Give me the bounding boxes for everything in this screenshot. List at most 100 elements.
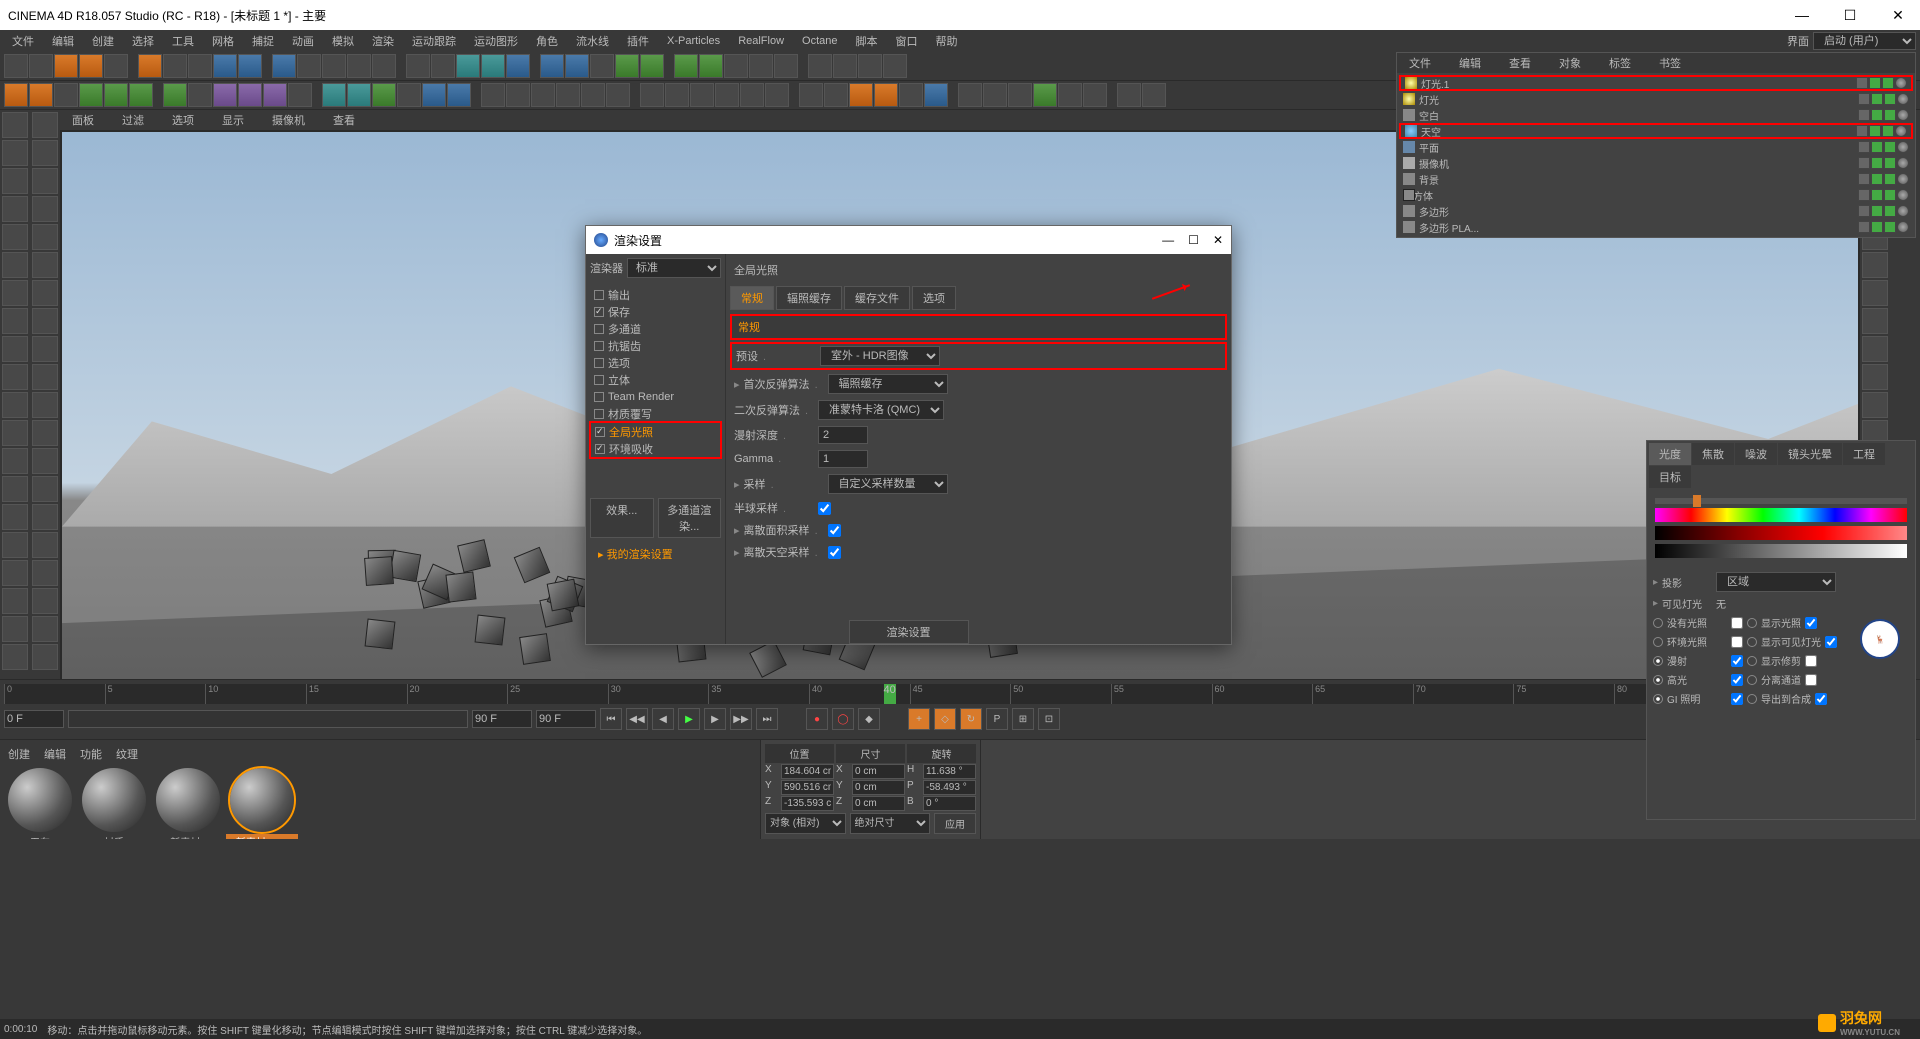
toolbar-button[interactable]: [272, 54, 296, 78]
render-option-item[interactable]: 环境吸收: [591, 440, 720, 457]
prev-frame-button[interactable]: ◀: [652, 708, 674, 730]
obj-mgr-menu-item[interactable]: 对象: [1551, 53, 1589, 73]
my-render-settings[interactable]: 我的渲染设置: [590, 546, 721, 562]
attr-tab[interactable]: 工程: [1843, 443, 1885, 465]
render-tag[interactable]: [1884, 189, 1896, 201]
toolbar-button[interactable]: [833, 54, 857, 78]
render-tag[interactable]: [1882, 77, 1894, 89]
area-checkbox[interactable]: [828, 524, 841, 537]
toolbar-button[interactable]: [54, 83, 78, 107]
dialog-maximize[interactable]: ☐: [1188, 233, 1199, 247]
coord-apply-button[interactable]: 应用: [934, 813, 976, 834]
render-option-item[interactable]: 多通道: [590, 320, 721, 337]
mode-button[interactable]: [32, 616, 58, 642]
toolbar-button[interactable]: [347, 54, 371, 78]
menu-item[interactable]: 捕捉: [244, 31, 282, 51]
slider-handle[interactable]: [1693, 495, 1701, 507]
mode-button[interactable]: [32, 364, 58, 390]
render-tag[interactable]: [1884, 221, 1896, 233]
attr-radio[interactable]: [1747, 637, 1757, 647]
viewport-menu-item[interactable]: 摄像机: [264, 110, 313, 130]
toolbar-button[interactable]: [899, 83, 923, 107]
toolbar-button[interactable]: [690, 83, 714, 107]
mode-button[interactable]: [32, 280, 58, 306]
object-row[interactable]: 天空: [1399, 123, 1913, 139]
target-tag[interactable]: [1897, 93, 1909, 105]
target-tag[interactable]: [1897, 141, 1909, 153]
toolbar-button[interactable]: [322, 54, 346, 78]
hemi-checkbox[interactable]: [818, 502, 831, 515]
toolbar-button[interactable]: [288, 83, 312, 107]
render-option-checkbox[interactable]: [594, 290, 604, 300]
gi-tab[interactable]: 辐照缓存: [776, 286, 842, 310]
attr-right-checkbox[interactable]: [1805, 617, 1817, 629]
render-tag[interactable]: [1884, 141, 1896, 153]
mode-button[interactable]: [32, 448, 58, 474]
material-item[interactable]: 新素材0: [152, 768, 224, 849]
mode-button[interactable]: [32, 168, 58, 194]
key-param-button[interactable]: P: [986, 708, 1008, 730]
layer-tag[interactable]: [1856, 125, 1868, 137]
menu-item[interactable]: 动画: [284, 31, 322, 51]
toolbar-button[interactable]: [640, 83, 664, 107]
toolbar-button[interactable]: [765, 83, 789, 107]
menu-item[interactable]: 窗口: [888, 31, 926, 51]
toolbar-button[interactable]: [924, 83, 948, 107]
mode-button[interactable]: [2, 420, 28, 446]
renderer-select[interactable]: 标准: [627, 258, 721, 278]
target-tag[interactable]: [1897, 173, 1909, 185]
menu-item[interactable]: 流水线: [568, 31, 617, 51]
color-spectrum[interactable]: [1655, 508, 1907, 522]
toolbar-button[interactable]: [506, 83, 530, 107]
mode-button[interactable]: [32, 476, 58, 502]
mode-button[interactable]: [32, 504, 58, 530]
target-tag[interactable]: [1897, 205, 1909, 217]
render-option-checkbox[interactable]: [594, 375, 604, 385]
target-tag[interactable]: [1897, 109, 1909, 121]
attr-radio[interactable]: [1747, 694, 1757, 704]
attr-radio[interactable]: [1747, 618, 1757, 628]
object-row[interactable]: 立方体: [1399, 187, 1913, 203]
object-row[interactable]: 灯光: [1399, 91, 1913, 107]
visibility-tag[interactable]: [1871, 173, 1883, 185]
key-scale-button[interactable]: ◇: [934, 708, 956, 730]
attr-checkbox[interactable]: [1731, 674, 1743, 686]
pos-input[interactable]: [781, 764, 834, 779]
toolbar-button[interactable]: [1058, 83, 1082, 107]
timeline-cursor[interactable]: 40: [884, 684, 896, 704]
mode-button[interactable]: [32, 224, 58, 250]
mode-button[interactable]: [2, 504, 28, 530]
obj-mgr-menu-item[interactable]: 文件: [1401, 53, 1439, 73]
obj-mgr-menu-item[interactable]: 编辑: [1451, 53, 1489, 73]
attr-tab[interactable]: 焦散: [1692, 443, 1734, 465]
preset-select[interactable]: 室外 - HDR图像: [820, 346, 940, 366]
color-red-gradient[interactable]: [1655, 526, 1907, 540]
toolbar-button[interactable]: [481, 54, 505, 78]
toolbar-button[interactable]: [4, 83, 28, 107]
toolbar-button[interactable]: [188, 54, 212, 78]
render-option-item[interactable]: 材质覆写: [590, 405, 721, 422]
toolbar-button[interactable]: [540, 54, 564, 78]
visibility-tag[interactable]: [1871, 93, 1883, 105]
layer-tag[interactable]: [1858, 173, 1870, 185]
toolbar-button[interactable]: [1117, 83, 1141, 107]
menu-item[interactable]: RealFlow: [730, 33, 792, 49]
menu-item[interactable]: 网格: [204, 31, 242, 51]
toolbar-button[interactable]: [372, 54, 396, 78]
target-tag[interactable]: [1895, 125, 1907, 137]
toolbar-button[interactable]: [699, 54, 723, 78]
panel-button[interactable]: [1862, 280, 1888, 306]
toolbar-button[interactable]: [79, 54, 103, 78]
goto-start-button[interactable]: ⏮: [600, 708, 622, 730]
toolbar-button[interactable]: [263, 83, 287, 107]
toolbar-button[interactable]: [447, 83, 471, 107]
material-menu-item[interactable]: 编辑: [44, 746, 66, 762]
visibility-tag[interactable]: [1871, 221, 1883, 233]
render-tag[interactable]: [1884, 205, 1896, 217]
toolbar-button[interactable]: [372, 83, 396, 107]
attr-tab[interactable]: 镜头光晕: [1778, 443, 1842, 465]
projection-select[interactable]: 区域: [1716, 572, 1836, 592]
visibility-tag[interactable]: [1869, 77, 1881, 89]
mode-button[interactable]: [2, 588, 28, 614]
menu-item[interactable]: 渲染: [364, 31, 402, 51]
